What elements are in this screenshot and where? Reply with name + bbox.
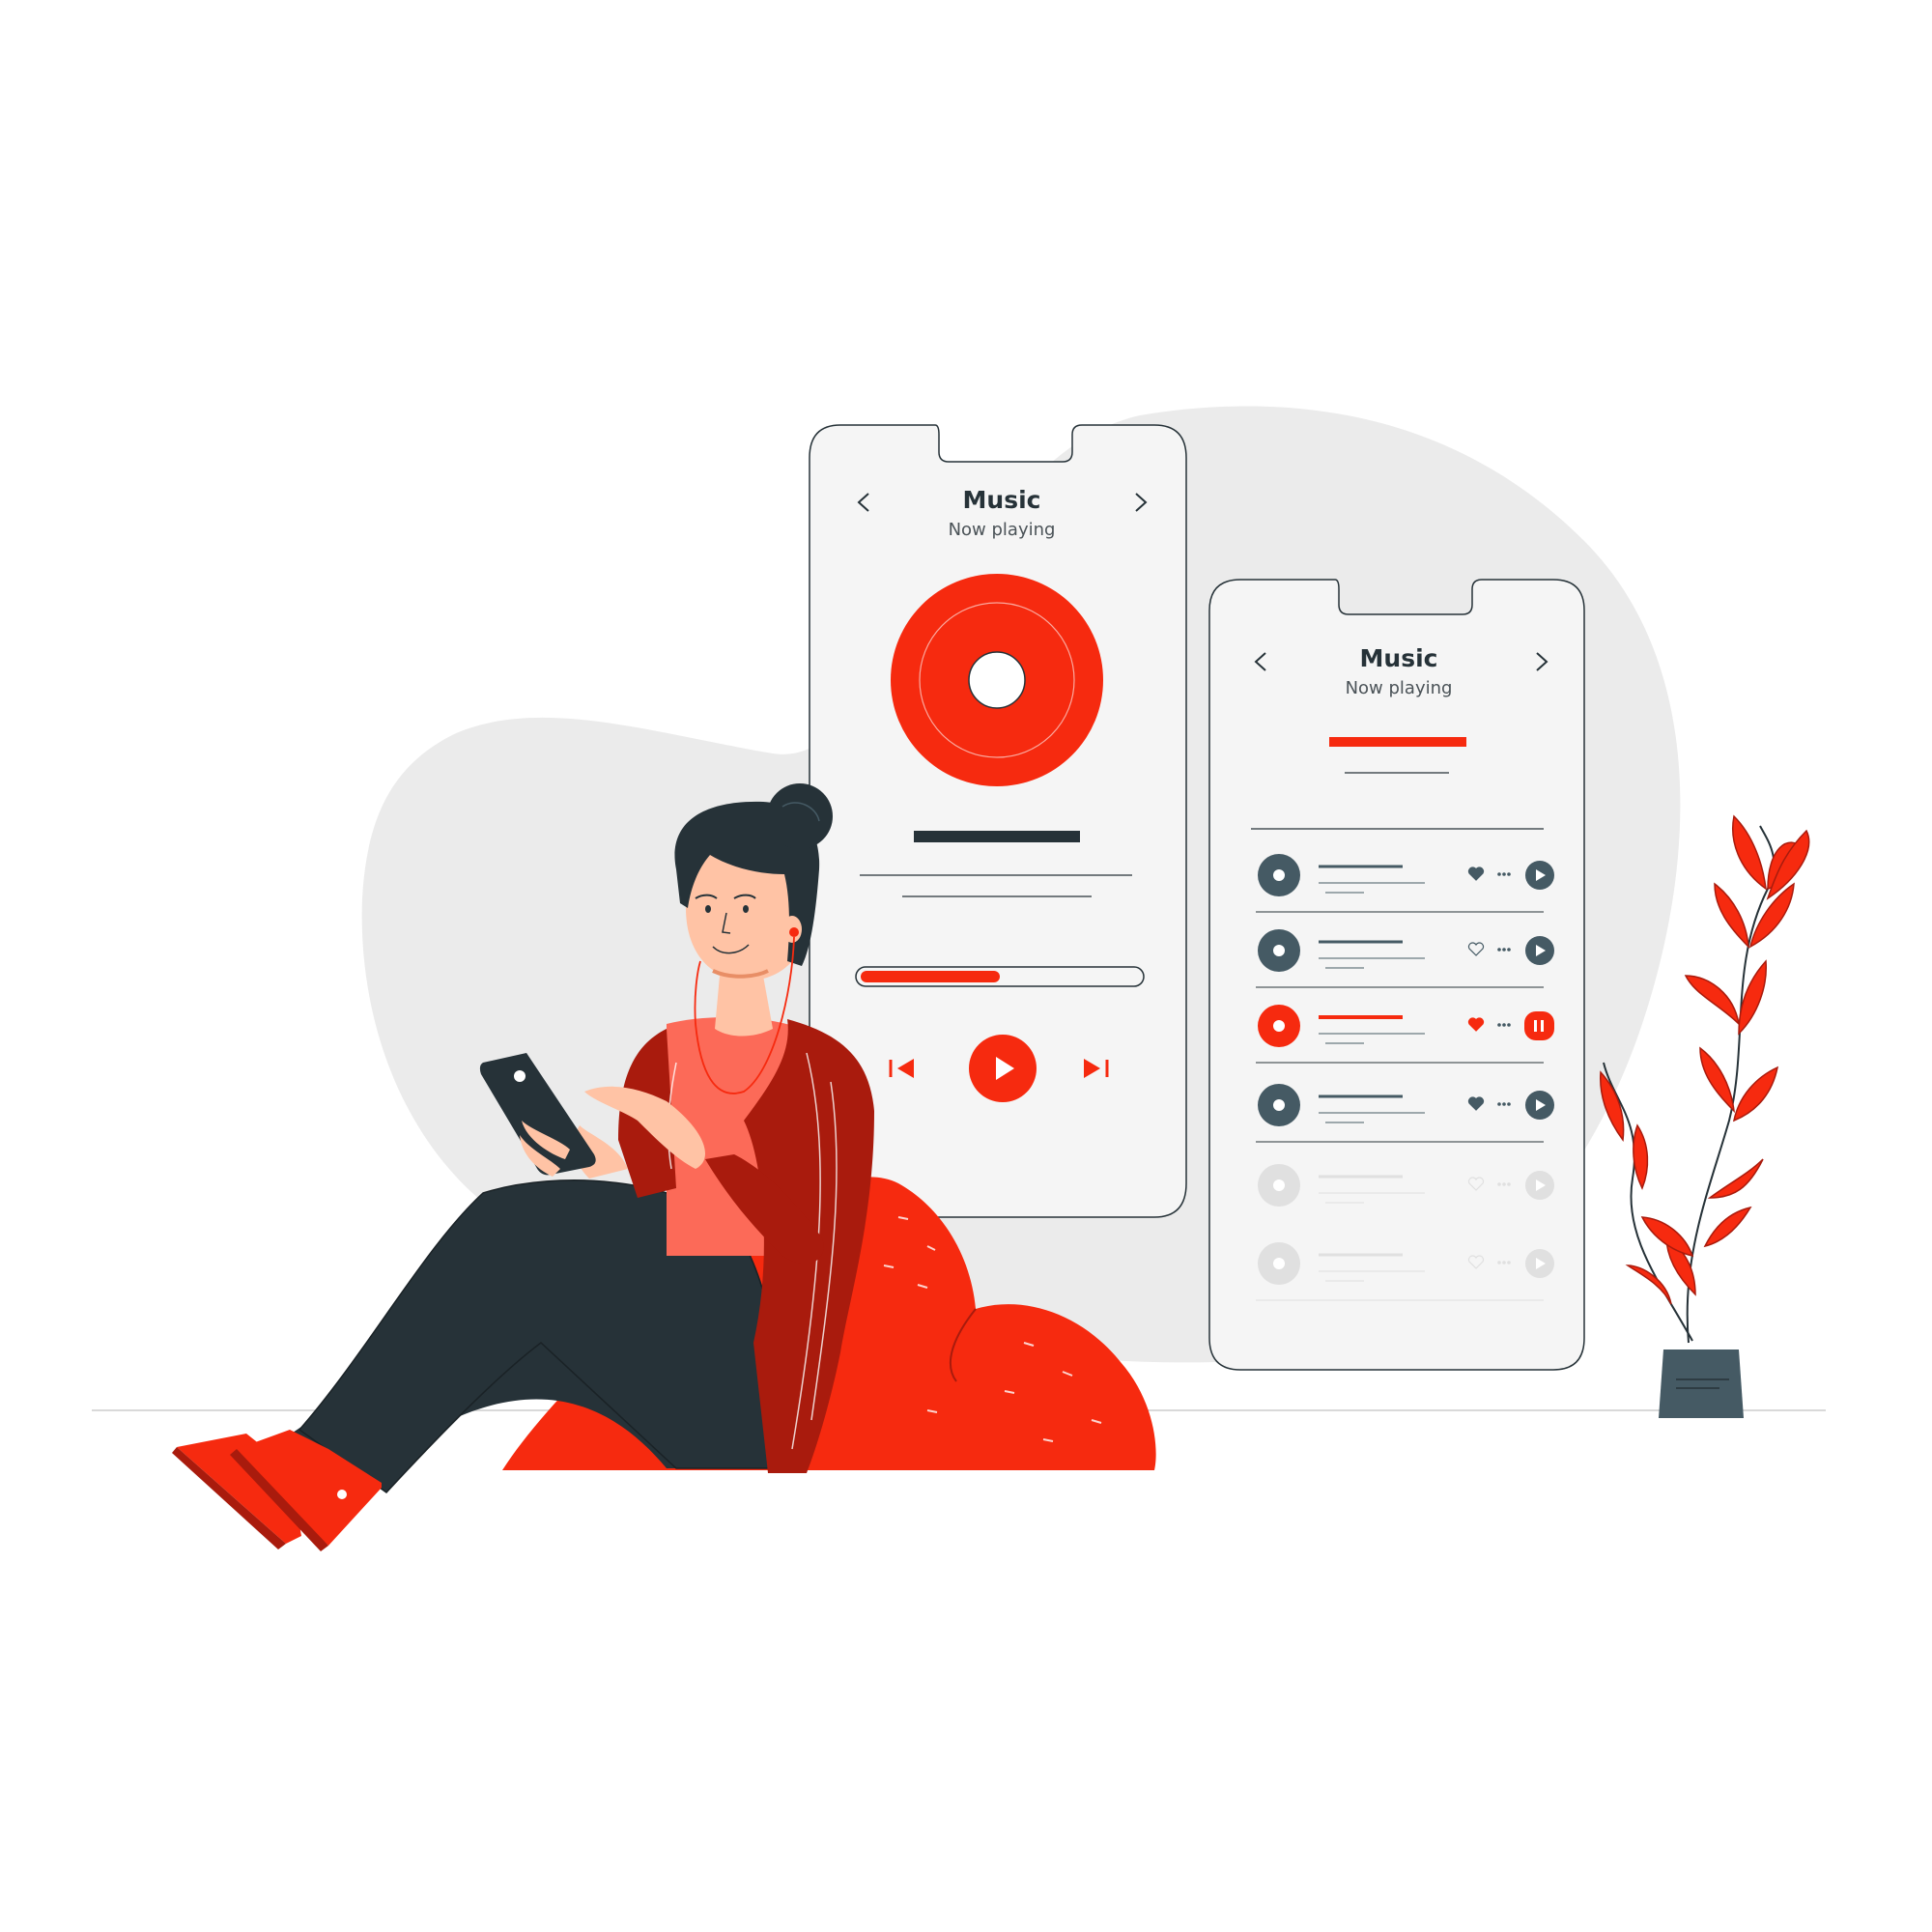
track-disc-icon <box>1258 854 1300 896</box>
track-disc-icon <box>1258 1164 1300 1207</box>
pause-button[interactable] <box>1524 1011 1554 1040</box>
playlist-title: Music <box>1359 644 1438 672</box>
player-title: Music <box>962 486 1041 514</box>
album-disc-icon <box>891 574 1103 786</box>
more-options-icon[interactable] <box>1497 1023 1511 1027</box>
track-disc-icon <box>1258 1005 1300 1047</box>
hair-bun <box>767 783 833 849</box>
more-options-icon[interactable] <box>1497 1102 1511 1106</box>
track-disc-icon <box>1258 1242 1300 1285</box>
more-options-icon[interactable] <box>1497 872 1511 876</box>
plant-pot <box>1659 1350 1744 1418</box>
track-disc-icon <box>1258 1084 1300 1126</box>
play-button[interactable] <box>1525 936 1554 965</box>
play-button[interactable] <box>1525 861 1554 890</box>
more-options-icon[interactable] <box>1497 948 1511 952</box>
play-button[interactable] <box>1525 1249 1554 1278</box>
play-button[interactable] <box>1525 1091 1554 1120</box>
playlist-name-bar <box>1329 737 1466 747</box>
playlist-subtitle: Now playing <box>1345 678 1453 698</box>
player-subtitle: Now playing <box>948 520 1056 540</box>
illustration-scene: Music Now playing Music Now playing <box>0 0 1932 1932</box>
play-button[interactable] <box>1525 1171 1554 1200</box>
play-button[interactable] <box>969 1035 1037 1102</box>
more-options-icon[interactable] <box>1497 1182 1511 1186</box>
more-options-icon[interactable] <box>1497 1261 1511 1264</box>
progress-fill <box>861 971 1000 982</box>
earphone-icon <box>789 927 799 937</box>
track-disc-icon <box>1258 929 1300 972</box>
track-title-bar <box>914 831 1080 842</box>
